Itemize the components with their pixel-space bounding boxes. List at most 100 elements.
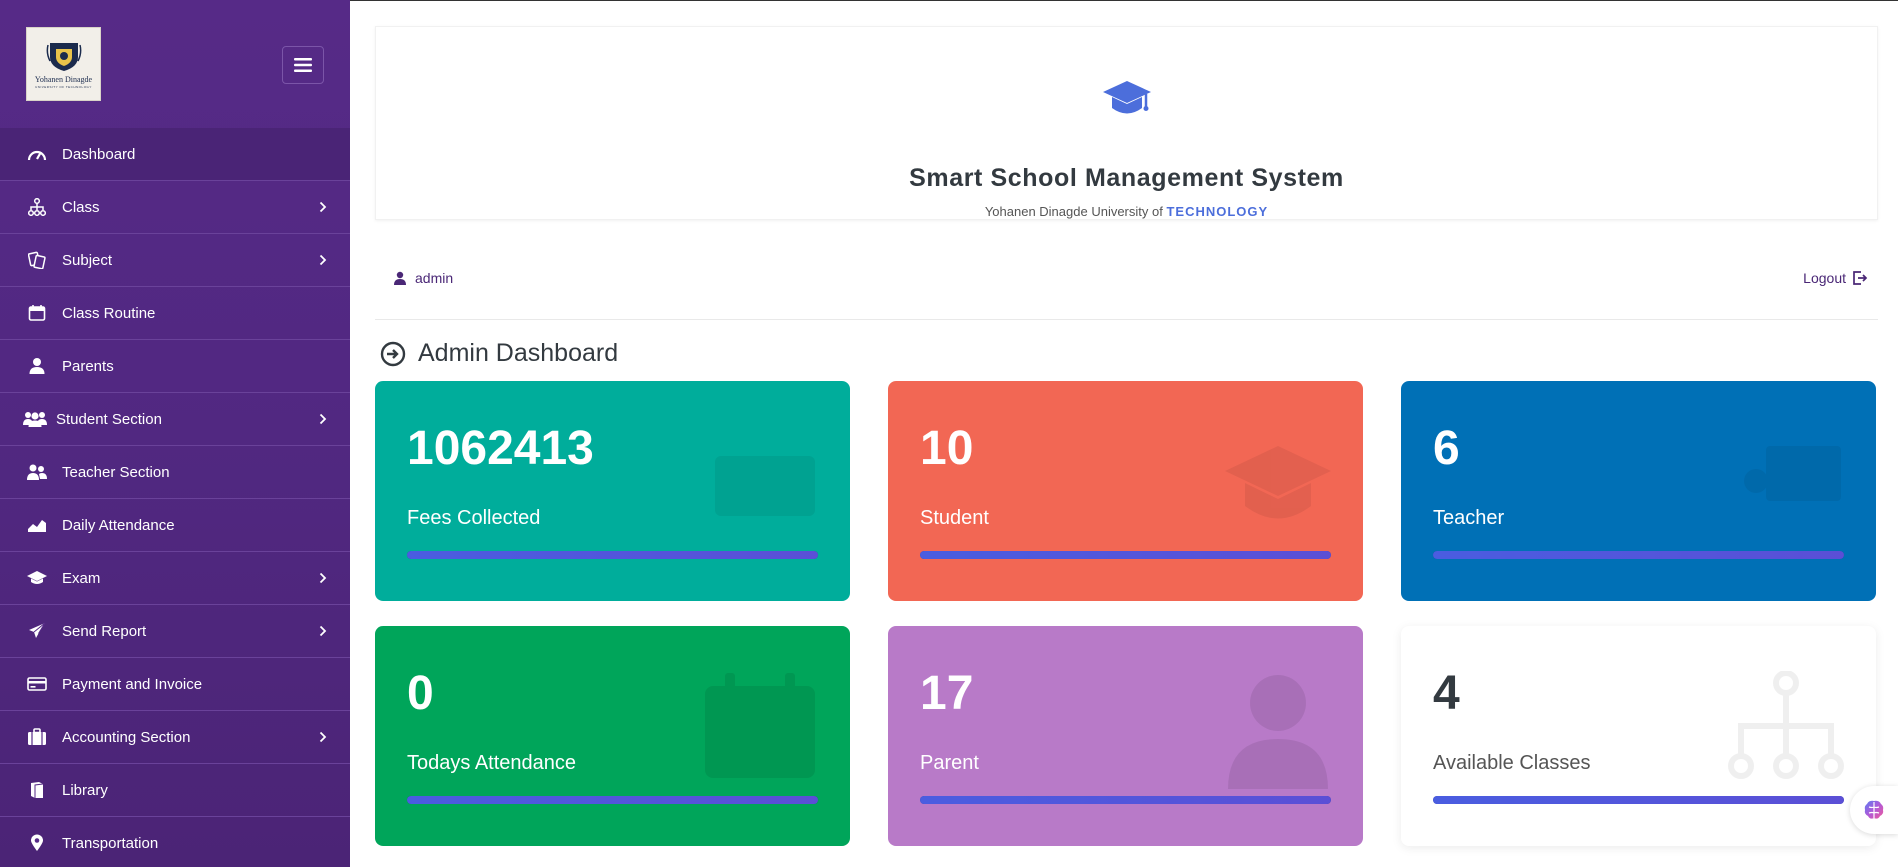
sidebar-item-label: Daily Attendance (62, 516, 175, 534)
sidebar-menu: Dashboard Class Subject Class Routine Pa… (0, 128, 350, 867)
assistant-floating-button[interactable] (1850, 786, 1898, 834)
sidebar-item-label: Class Routine (62, 304, 156, 322)
logout-link[interactable]: Logout (1803, 270, 1868, 286)
area-chart-icon (27, 515, 47, 535)
stat-progress-bar (407, 551, 818, 559)
logo-label: Yohanen Dinagde (34, 75, 93, 84)
site-header: Smart School Management System Yohanen D… (375, 26, 1878, 220)
stat-card-student[interactable]: 10 Student (888, 381, 1363, 601)
sidebar-item-dashboard[interactable]: Dashboard (0, 128, 350, 181)
sidebar-item-label: Send Report (62, 622, 147, 640)
stat-label: Parent (920, 752, 979, 774)
logout-label: Logout (1803, 270, 1846, 286)
stat-progress-bar (1433, 796, 1844, 804)
user-bar: admin Logout (375, 256, 1878, 320)
stat-progress-bar (920, 551, 1331, 559)
user-icon (394, 271, 406, 285)
chevron-right-icon (318, 412, 328, 426)
sidebar-item-label: Library (62, 781, 108, 799)
paper-plane-icon (27, 621, 47, 641)
sidebar-item-label: Subject (62, 251, 113, 269)
username-label: admin (415, 270, 454, 286)
hamburger-icon (294, 58, 312, 72)
stat-label: Student (920, 507, 989, 529)
menu-toggle-button[interactable] (282, 46, 324, 84)
sidebar-item-teacher-section[interactable]: Teacher Section (0, 446, 350, 499)
sidebar-item-subject[interactable]: Subject (0, 234, 350, 287)
user-friends-icon (27, 462, 47, 482)
stat-progress-fill (920, 796, 1331, 804)
user-profile-link[interactable]: admin (393, 270, 453, 286)
graduation-cap-icon (1225, 446, 1331, 519)
stat-card-attendance[interactable]: 0 Todays Attendance (375, 626, 850, 846)
money-icon (715, 456, 815, 516)
page-subtitle: Yohanen Dinagde University of TECHNOLOGY (376, 204, 1877, 219)
sidebar-item-payment-invoice[interactable]: Payment and Invoice (0, 658, 350, 711)
user-icon (27, 356, 47, 376)
sidebar-item-label: Payment and Invoice (62, 675, 203, 693)
dashboard-title: Admin Dashboard (418, 339, 619, 367)
sidebar-item-transportation[interactable]: Transportation (0, 817, 350, 867)
sidebar-item-label: Teacher Section (62, 463, 170, 481)
sidebar-item-accounting-section[interactable]: Accounting Section (0, 711, 350, 764)
sidebar-item-exam[interactable]: Exam (0, 552, 350, 605)
crest-icon (46, 43, 81, 71)
subtitle-highlight: TECHNOLOGY (1166, 204, 1269, 219)
user-icon (1228, 675, 1328, 789)
sidebar-item-daily-attendance[interactable]: Daily Attendance (0, 499, 350, 552)
briefcase-icon (27, 727, 47, 747)
credit-card-icon (27, 674, 47, 694)
arrow-circle-right-icon (380, 341, 406, 366)
stat-value: 6 (1433, 422, 1460, 475)
sidebar-item-label: Accounting Section (62, 728, 191, 746)
sidebar-item-label: Dashboard (62, 145, 136, 163)
calendar-icon (27, 303, 47, 323)
subtitle-prefix: Yohanen Dinagde University of (984, 204, 1167, 219)
stat-progress-fill (920, 551, 1331, 559)
stat-progress-fill (407, 551, 818, 559)
sitemap-icon (1728, 671, 1844, 779)
graduation-cap-icon (27, 568, 47, 588)
stat-progress-fill (407, 796, 818, 804)
stat-card-classes[interactable]: 4 Available Classes (1401, 626, 1876, 846)
sidebar-item-label: Parents (62, 357, 114, 375)
dashboard-gauge-icon (27, 144, 47, 164)
stat-value: 17 (920, 667, 974, 720)
sidebar-item-label: Transportation (62, 834, 159, 852)
sidebar-item-label: Student Section (56, 410, 162, 428)
stat-label: Fees Collected (407, 507, 541, 529)
stat-progress-bar (407, 796, 818, 804)
school-logo[interactable]: Yohanen Dinagde UNIVERSITY OF TECHNOLOGY (26, 27, 101, 101)
chevron-right-icon (318, 571, 328, 585)
stat-value: 10 (920, 422, 974, 475)
stat-value: 0 (407, 667, 434, 720)
calendar-icon (705, 673, 815, 778)
books-icon (27, 250, 47, 270)
stat-label: Teacher (1433, 507, 1505, 529)
sidebar-header: Yohanen Dinagde UNIVERSITY OF TECHNOLOGY (0, 0, 350, 128)
stat-progress-fill (1433, 796, 1844, 804)
sidebar-item-label: Class (62, 198, 100, 216)
stat-card-teacher[interactable]: 6 Teacher (1401, 381, 1876, 601)
sidebar: Yohanen Dinagde UNIVERSITY OF TECHNOLOGY… (0, 0, 350, 867)
sidebar-item-label: Exam (62, 569, 101, 587)
stat-card-fees[interactable]: 1062413 Fees Collected (375, 381, 850, 601)
stat-label: Todays Attendance (407, 752, 577, 774)
sidebar-item-send-report[interactable]: Send Report (0, 605, 350, 658)
brain-icon (1864, 800, 1884, 819)
book-icon (27, 780, 47, 800)
chevron-right-icon (318, 253, 328, 267)
sitemap-icon (27, 197, 47, 217)
page-title: Smart School Management System (909, 164, 1344, 192)
stat-progress-fill (1433, 551, 1844, 559)
sidebar-item-parents[interactable]: Parents (0, 340, 350, 393)
dashboard-heading: Admin Dashboard (380, 339, 618, 368)
map-marker-icon (27, 833, 47, 853)
sidebar-item-student-section[interactable]: Student Section (0, 393, 350, 446)
sidebar-item-library[interactable]: Library (0, 764, 350, 817)
stat-card-parent[interactable]: 17 Parent (888, 626, 1363, 846)
sidebar-item-class[interactable]: Class (0, 181, 350, 234)
users-icon (23, 409, 47, 429)
sign-out-icon (1853, 271, 1868, 285)
sidebar-item-class-routine[interactable]: Class Routine (0, 287, 350, 340)
